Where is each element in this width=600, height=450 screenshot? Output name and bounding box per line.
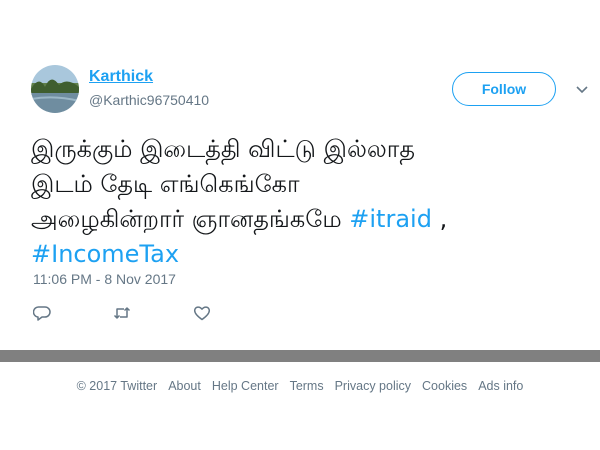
author-name[interactable]: Karthick [89,68,153,86]
footer-link-cookies[interactable]: Cookies [422,379,467,393]
footer: © 2017 Twitter About Help Center Terms P… [0,379,600,393]
tweet-text-line: அழைகின்றார் ஞானதங்கமே #itraid , [31,202,579,237]
reply-icon[interactable] [32,304,51,322]
tweet-text-line: இடம் தேடி எங்கெங்கோ [31,170,300,198]
retweet-icon[interactable] [113,304,131,322]
footer-link-about[interactable]: About [168,379,201,393]
tweet-text: இருக்கும் இடைத்தி விட்டு இல்லாத இடம் தேட… [31,132,579,272]
author-handle: @Karthic96750410 [89,92,210,108]
hashtag-link[interactable]: #IncomeTax [31,240,179,268]
footer-link-terms[interactable]: Terms [290,379,324,393]
embedded-tweet: Karthick @Karthic96750410 Follow இருக்கு… [0,0,600,350]
chevron-down-icon[interactable] [574,82,590,98]
hashtag-link[interactable]: #itraid [349,205,432,233]
follow-button[interactable]: Follow [452,72,556,106]
avatar[interactable] [31,65,79,113]
tweet-text-line: இருக்கும் இடைத்தி விட்டு இல்லாத [31,135,415,163]
footer-link-ads-info[interactable]: Ads info [478,379,523,393]
follow-button-label: Follow [481,81,527,97]
tweet-text-fragment: அழைகின்றார் ஞானதங்கமே [31,205,350,233]
footer-link-privacy-policy[interactable]: Privacy policy [335,379,411,393]
tweet-text-line: #IncomeTax [31,237,579,272]
heart-icon[interactable] [193,304,211,322]
divider [0,350,600,362]
footer-copyright: © 2017 Twitter [76,379,158,393]
footer-link-help-center[interactable]: Help Center [212,379,279,393]
text-separator: , [431,205,448,233]
tweet-timestamp[interactable]: 11:06 PM - 8 Nov 2017 [33,271,176,287]
